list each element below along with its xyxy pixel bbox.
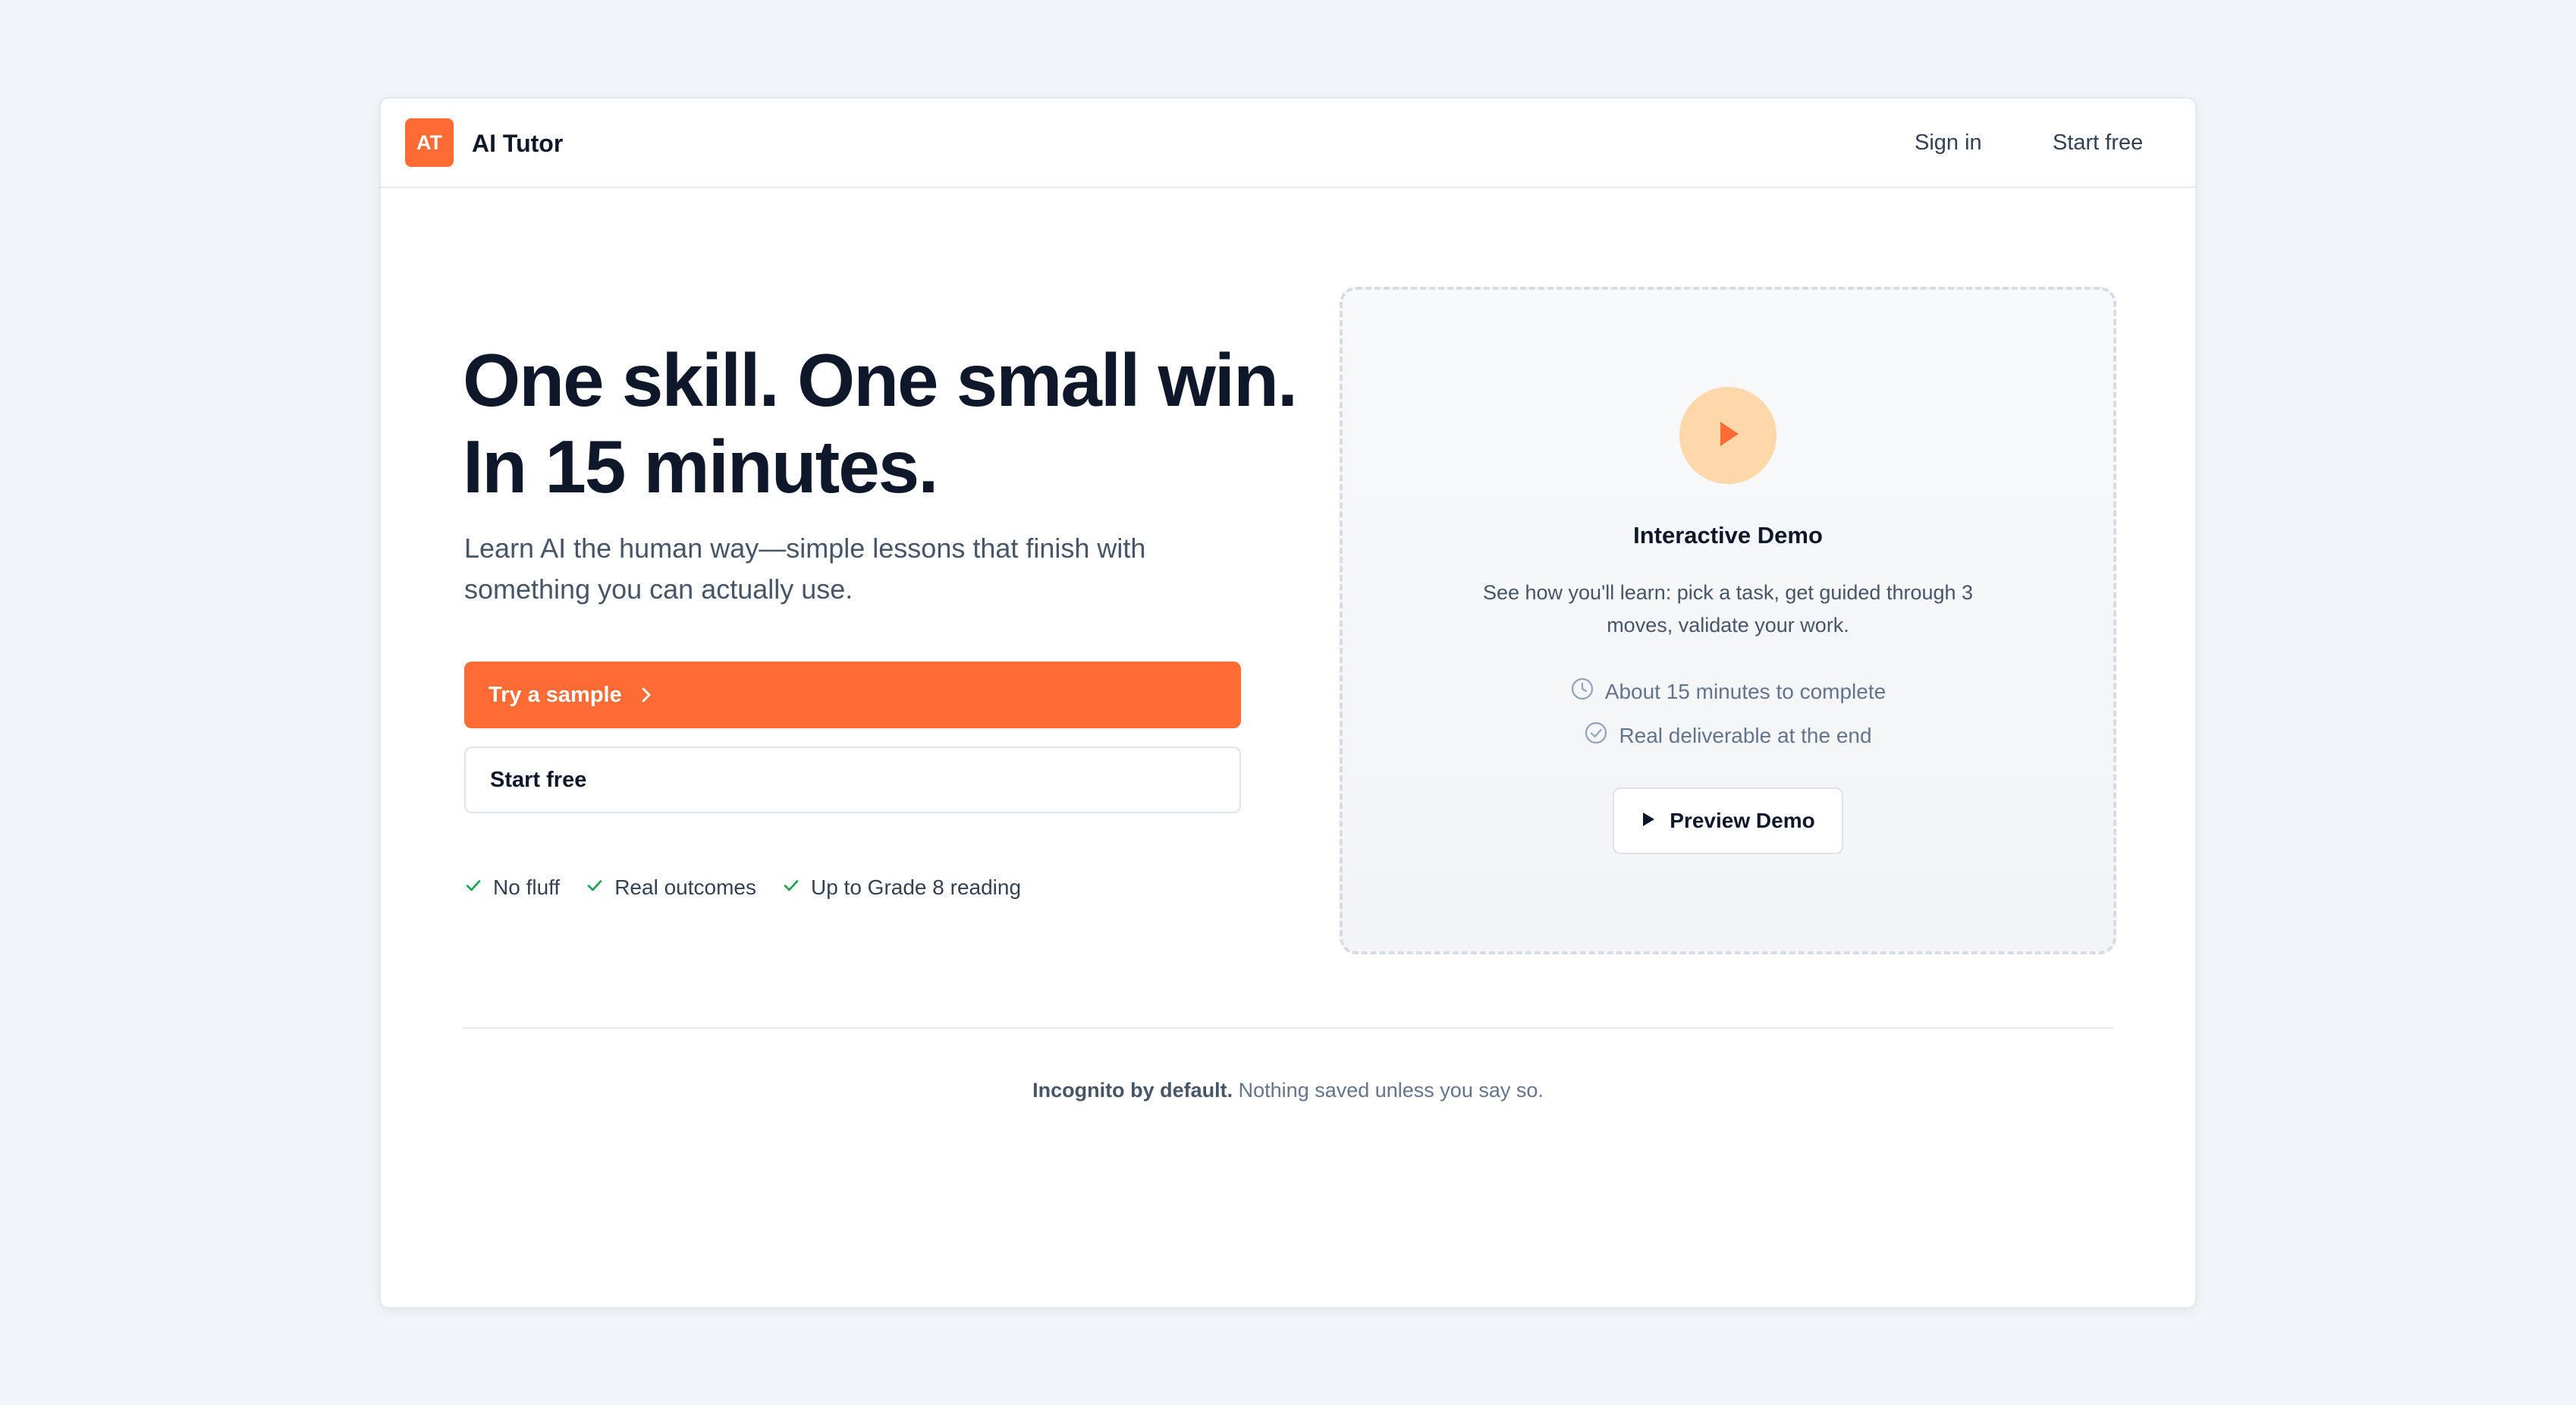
interactive-demo-card: Interactive Demo See how you'll learn: p… bbox=[1340, 287, 2116, 954]
start-free-link[interactable]: Start free bbox=[2053, 127, 2143, 158]
privacy-note: Incognito by default. Nothing saved unle… bbox=[381, 1079, 2195, 1102]
badge-item: No fluff bbox=[464, 875, 560, 900]
brand-name[interactable]: AI Tutor bbox=[472, 129, 563, 158]
badge-label: No fluff bbox=[493, 875, 561, 899]
top-navigation: AT AI Tutor Sign in Start free bbox=[381, 99, 2195, 188]
chevron-right-icon bbox=[639, 686, 654, 704]
start-free-label: Start free bbox=[490, 767, 587, 792]
app-window: AT AI Tutor Sign in Start free One skill… bbox=[379, 97, 2197, 1309]
feature-badges: No fluff Real outcomes Up to Grade 8 rea… bbox=[464, 875, 1021, 900]
start-free-button[interactable]: Start free bbox=[464, 747, 1241, 813]
demo-feature-deliverable: Real deliverable at the end bbox=[1343, 721, 2113, 750]
privacy-note-text: Nothing saved unless you say so. bbox=[1238, 1079, 1544, 1102]
play-icon bbox=[1713, 419, 1743, 453]
privacy-note-strong: Incognito by default. bbox=[1032, 1079, 1233, 1102]
hero-subtitle: Learn AI the human way—simple lessons th… bbox=[464, 533, 1146, 605]
preview-demo-label: Preview Demo bbox=[1670, 809, 1815, 832]
check-icon bbox=[586, 875, 604, 900]
badge-item: Real outcomes bbox=[586, 875, 756, 900]
logo-badge[interactable]: AT bbox=[405, 118, 454, 167]
check-icon bbox=[782, 875, 800, 900]
demo-feature-time: About 15 minutes to complete bbox=[1343, 677, 2113, 706]
section-divider bbox=[463, 1027, 2113, 1029]
sign-in-link[interactable]: Sign in bbox=[1915, 127, 1982, 158]
badge-item: Up to Grade 8 reading bbox=[782, 875, 1021, 900]
hero-title: One skill. One small win. In 15 minutes. bbox=[463, 338, 1298, 508]
badge-label: Up to Grade 8 reading bbox=[810, 875, 1022, 899]
demo-feature-time-label: About 15 minutes to complete bbox=[1604, 679, 1886, 703]
play-demo-button[interactable] bbox=[1679, 387, 1776, 484]
demo-title: Interactive Demo bbox=[1633, 522, 1823, 548]
check-icon bbox=[464, 875, 482, 900]
badge-label: Real outcomes bbox=[614, 875, 756, 899]
try-sample-button[interactable]: Try a sample bbox=[464, 662, 1241, 728]
preview-demo-button[interactable]: Preview Demo bbox=[1613, 787, 1843, 854]
check-circle-icon bbox=[1584, 721, 1608, 750]
demo-feature-deliverable-label: Real deliverable at the end bbox=[1619, 723, 1872, 747]
try-sample-label: Try a sample bbox=[488, 682, 622, 707]
clock-icon bbox=[1570, 677, 1594, 706]
play-small-icon bbox=[1641, 809, 1656, 833]
demo-description: See how you'll learn: pick a task, get g… bbox=[1482, 581, 1974, 636]
